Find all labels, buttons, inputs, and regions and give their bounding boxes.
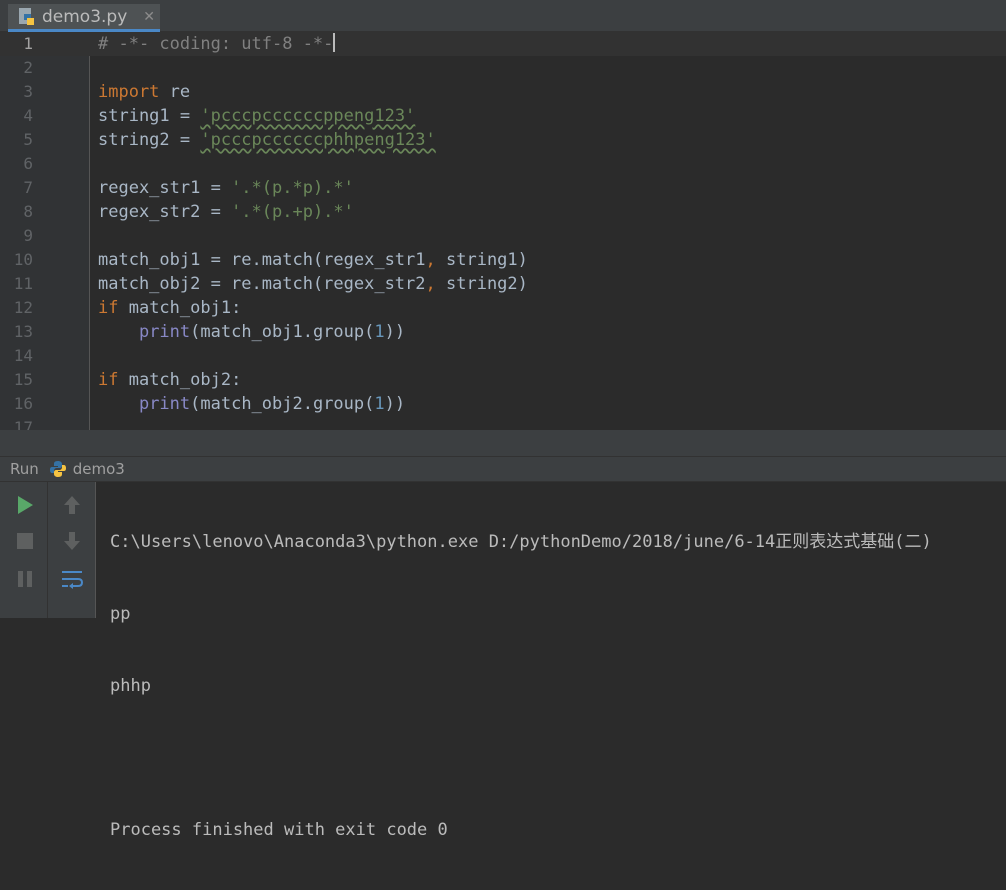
code-line-2[interactable]: 2 xyxy=(0,56,1006,80)
run-toolbar xyxy=(0,482,48,618)
comment: # -*- coding: utf-8 -*- xyxy=(98,34,334,54)
run-panel: C:\Users\lenovo\Anaconda3\python.exe D:/… xyxy=(0,482,1006,840)
number-literal: 1 xyxy=(374,394,385,414)
code-line-12[interactable]: 12 if match_obj1: xyxy=(0,296,1006,320)
output-toolbar xyxy=(48,482,96,618)
scroll-down-button[interactable] xyxy=(57,526,87,556)
code-text: string2) xyxy=(435,274,528,294)
panel-splitter[interactable] xyxy=(0,430,1006,456)
console-output[interactable]: C:\Users\lenovo\Anaconda3\python.exe D:/… xyxy=(110,482,932,890)
code-text: string1 = xyxy=(98,106,201,126)
code-line-5[interactable]: 5 string2 = 'pcccpccccccphhpeng123' xyxy=(0,128,1006,152)
line-number: 5 xyxy=(23,130,33,149)
code-text: match_obj1 = re.match(regex_str1 xyxy=(98,250,426,270)
string-literal: 'pcccpccccccppeng123' xyxy=(200,106,416,126)
run-toolwindow-header: Run demo3 xyxy=(0,456,1006,482)
keyword: import xyxy=(98,82,160,102)
line-number: 16 xyxy=(13,394,33,413)
code-line-8[interactable]: 8 regex_str2 = '.*(p.+p).*' xyxy=(0,200,1006,224)
line-number: 15 xyxy=(13,370,33,389)
line-number: 4 xyxy=(23,106,33,125)
code-line-6[interactable]: 6 xyxy=(0,152,1006,176)
line-number: 17 xyxy=(13,418,33,430)
soft-wrap-button[interactable] xyxy=(57,564,87,594)
code-line-10[interactable]: 10 match_obj1 = re.match(regex_str1, str… xyxy=(0,248,1006,272)
code-text: match_obj1: xyxy=(118,298,242,318)
string-literal: 'pcccpccccccphhpeng123' xyxy=(200,130,436,150)
keyword: if xyxy=(98,298,119,318)
play-icon xyxy=(18,496,33,514)
editor-tab-bar: demo3.py ✕ xyxy=(0,0,1006,32)
code-text: string1) xyxy=(435,250,528,270)
line-number: 7 xyxy=(23,178,33,197)
code-text: match_obj2: xyxy=(118,370,242,390)
arrow-down-icon xyxy=(64,532,80,550)
pause-button[interactable] xyxy=(10,564,40,594)
code-line-15[interactable]: 15 if match_obj2: xyxy=(0,368,1006,392)
code-line-17[interactable]: 17 xyxy=(0,416,1006,430)
builtin-function: print xyxy=(138,322,191,342)
pause-icon xyxy=(18,571,32,587)
run-config-name[interactable]: demo3 xyxy=(73,460,125,478)
console-line: C:\Users\lenovo\Anaconda3\python.exe D:/… xyxy=(110,532,932,552)
line-number: 9 xyxy=(23,226,33,245)
rerun-button[interactable] xyxy=(10,490,40,520)
code-text: regex_str1 = xyxy=(98,178,232,198)
close-icon[interactable]: ✕ xyxy=(143,9,155,25)
arrow-up-icon xyxy=(64,496,80,514)
line-number: 10 xyxy=(13,250,33,269)
wrap-icon xyxy=(62,571,83,589)
string-literal: '.*(p.*p).*' xyxy=(231,178,354,198)
code-line-14[interactable]: 14 xyxy=(0,344,1006,368)
line-number: 14 xyxy=(13,346,33,365)
tab-demo3[interactable]: demo3.py ✕ xyxy=(8,4,160,32)
stop-button[interactable] xyxy=(10,526,40,556)
code-text: re xyxy=(159,82,191,102)
code-line-9[interactable]: 9 xyxy=(0,224,1006,248)
code-text: match_obj2 = re.match(regex_str2 xyxy=(98,274,426,294)
number-literal: 1 xyxy=(374,322,385,342)
python-icon xyxy=(49,461,66,477)
code-text: string2 = xyxy=(98,130,201,150)
code-text: )) xyxy=(384,322,406,342)
code-line-1[interactable]: 1 # -*- coding: utf-8 -*- xyxy=(0,32,1006,56)
line-number: 2 xyxy=(23,58,33,77)
comma: , xyxy=(425,274,436,294)
code-line-4[interactable]: 4 string1 = 'pcccpccccccppeng123' xyxy=(0,104,1006,128)
code-line-3[interactable]: 3 import re xyxy=(0,80,1006,104)
code-editor[interactable]: 1 # -*- coding: utf-8 -*- 2 3 import re … xyxy=(0,32,1006,430)
builtin-function: print xyxy=(138,394,191,414)
python-file-icon xyxy=(19,7,34,25)
code-line-11[interactable]: 11 match_obj2 = re.match(regex_str2, str… xyxy=(0,272,1006,296)
run-label: Run xyxy=(10,460,39,478)
line-number: 12 xyxy=(13,298,33,317)
code-text: )) xyxy=(384,394,406,414)
keyword: if xyxy=(98,370,119,390)
line-number: 8 xyxy=(23,202,33,221)
console-line: pp xyxy=(110,604,131,624)
tab-filename: demo3.py xyxy=(42,6,128,27)
code-text: (match_obj1.group( xyxy=(190,322,375,342)
string-literal: '.*(p.+p).*' xyxy=(231,202,354,222)
comma: , xyxy=(425,250,436,270)
console-line: phhp xyxy=(110,676,151,696)
line-number: 1 xyxy=(23,34,33,53)
line-number: 11 xyxy=(13,274,33,293)
scroll-up-button[interactable] xyxy=(57,490,87,520)
line-number: 3 xyxy=(23,82,33,101)
code-line-13[interactable]: 13 print(match_obj1.group(1)) xyxy=(0,320,1006,344)
code-text: regex_str2 = xyxy=(98,202,232,222)
stop-icon xyxy=(17,533,33,549)
line-number: 13 xyxy=(13,322,33,341)
line-number: 6 xyxy=(23,154,33,173)
text-caret xyxy=(333,33,336,52)
code-text: (match_obj2.group( xyxy=(190,394,375,414)
code-line-16[interactable]: 16 print(match_obj2.group(1)) xyxy=(0,392,1006,416)
code-line-7[interactable]: 7 regex_str1 = '.*(p.*p).*' xyxy=(0,176,1006,200)
console-line: Process finished with exit code 0 xyxy=(110,820,448,840)
